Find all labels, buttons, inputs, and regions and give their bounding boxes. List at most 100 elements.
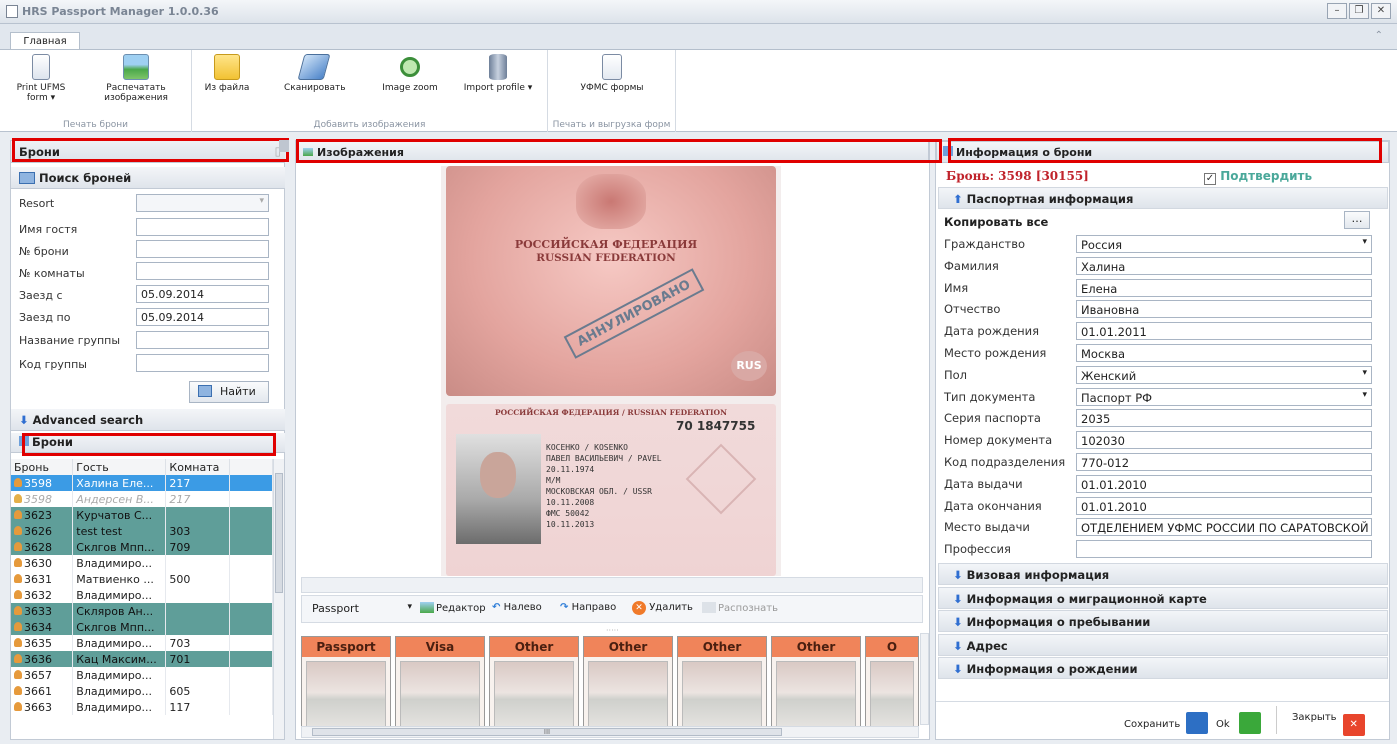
from-file-button[interactable]: Из файла [202, 54, 252, 93]
image-thumbnail[interactable]: Other [677, 636, 767, 736]
maximize-button[interactable]: ❐ [1349, 3, 1369, 19]
group-code-label: Код группы [19, 358, 87, 371]
editor-button[interactable]: Редактор [420, 602, 486, 614]
field-value-input[interactable]: 102030 [1076, 431, 1372, 450]
advanced-search-toggle[interactable]: ⬇ Advanced search [11, 409, 285, 431]
field-value-input[interactable]: Ивановна [1076, 300, 1372, 319]
field-value-input[interactable]: Женский ▾ [1076, 365, 1372, 384]
field-value-input[interactable]: 770-012 [1076, 453, 1372, 471]
table-row[interactable]: 3661 Владимиро... 605 [11, 683, 273, 699]
table-row[interactable]: 3636 Кац Максим... 701 [11, 651, 273, 667]
help-icon[interactable] [279, 140, 289, 152]
image-hscroll-top[interactable] [301, 577, 923, 593]
thumbs-hscroll[interactable]: III [301, 726, 919, 738]
splitter-grip[interactable]: ····· [606, 626, 619, 635]
import-profile-button[interactable]: Import profile ▾ [460, 54, 536, 93]
table-row[interactable]: 3657 Владимиро... [11, 667, 273, 683]
field-value-input[interactable]: 01.01.2011 [1076, 322, 1372, 341]
recognize-button[interactable]: Распознать [702, 602, 778, 614]
guest-name-input[interactable] [136, 218, 269, 236]
image-thumbnail[interactable]: Other [489, 636, 579, 736]
checkin-to-input[interactable]: 05.09.2014 [136, 308, 269, 326]
person-icon [14, 541, 22, 551]
field-value-input[interactable]: 01.01.2010 [1076, 474, 1372, 493]
thumbnail-label: O [866, 637, 918, 657]
field-value-input[interactable]: ОТДЕЛЕНИЕМ УФМС РОССИИ ПО САРАТОВСКОЙ [1076, 518, 1372, 537]
person-icon [14, 589, 22, 599]
image-thumbnail[interactable]: Visa [395, 636, 485, 736]
image-toolbar: Passport ▾ Редактор ↶ Налево ↷ Направо ✕ … [301, 595, 923, 623]
table-row[interactable]: 3634 Склгов Мпп... [11, 619, 273, 635]
table-row[interactable]: 3598 Андерсен В... 217 [11, 491, 273, 507]
booking-id: 3634 [11, 619, 74, 635]
field-value-input[interactable]: 01.01.2010 [1076, 496, 1372, 515]
group-name-input[interactable] [136, 331, 269, 349]
delete-button[interactable]: ✕ Удалить [632, 601, 693, 615]
person-icon [14, 557, 22, 567]
image-thumbnail[interactable]: Other [583, 636, 673, 736]
field-value-input[interactable]: Россия ▾ [1076, 235, 1372, 253]
group-code-input[interactable] [136, 354, 269, 372]
doc-type-select[interactable]: Passport ▾ [312, 602, 412, 615]
table-row[interactable]: 3630 Владимиро... [11, 555, 273, 571]
minimize-button[interactable]: – [1327, 3, 1347, 19]
close-button[interactable]: Закрыть ✕ [1292, 712, 1365, 736]
close-window-button[interactable]: ✕ [1371, 3, 1391, 19]
print-images-button[interactable]: Распечатать изображения [96, 54, 176, 103]
table-row[interactable]: 3623 Курчатов С... [11, 507, 273, 523]
thumbs-vscroll[interactable] [920, 633, 929, 725]
booking-no-input[interactable] [136, 240, 269, 258]
search-section-header[interactable]: Поиск броней [11, 167, 285, 189]
collapsed-section[interactable]: ⬇ Адрес [938, 633, 1388, 656]
save-button[interactable]: Сохранить [1124, 712, 1209, 734]
guest-name: Халина Еле... [72, 475, 167, 491]
ribbon-collapse-icon[interactable]: ⌃ [1375, 30, 1383, 41]
print-ufms-button[interactable]: Print UFMS form ▾ [16, 54, 66, 103]
collapsed-section[interactable]: ⬇ Визовая информация [938, 563, 1388, 585]
rotate-left-button[interactable]: ↶ Налево [492, 602, 542, 613]
field-value-input[interactable]: 2035 [1076, 409, 1372, 428]
field-value-input[interactable]: Паспорт РФ ▾ [1076, 387, 1372, 406]
rotate-right-button[interactable]: ↷ Направо [560, 602, 616, 613]
field-label: Дата рождения [944, 324, 1040, 339]
column-header-room[interactable]: Комната [165, 459, 231, 475]
collapsed-section[interactable]: ⬇ Информация о пребывании [938, 610, 1388, 632]
checkin-from-input[interactable]: 05.09.2014 [136, 285, 269, 303]
table-row[interactable]: 3663 Владимиро... 117 [11, 699, 273, 715]
field-label: Имя [944, 280, 969, 295]
collapsed-section[interactable]: ⬇ Информация о миграционной карте [938, 586, 1388, 609]
image-thumbnail[interactable]: O [865, 636, 919, 736]
ufms-forms-button[interactable]: УФМС формы [572, 54, 652, 93]
table-row[interactable]: 3635 Владимиро... 703 [11, 635, 273, 651]
column-header-booking[interactable]: Бронь [11, 459, 74, 475]
field-label: Код подразделения [944, 455, 1066, 469]
field-value-input[interactable] [1076, 540, 1372, 559]
find-button[interactable]: Найти [189, 381, 269, 403]
confirm-checkbox[interactable]: ✓ Подтвердить [1204, 169, 1312, 185]
room-no-input[interactable] [136, 262, 269, 280]
guest-name: Андерсен В... [72, 491, 167, 507]
field-value-input[interactable]: Москва [1076, 344, 1372, 362]
field-label: Отчество [944, 302, 1001, 317]
field-value-input[interactable]: Елена [1076, 278, 1372, 297]
table-row[interactable]: 3628 Склгов Мпп... 709 [11, 539, 273, 555]
cancelled-stamp: АННУЛИРОВАНО [563, 268, 705, 359]
table-row[interactable]: 3598 Халина Еле... 217 [11, 475, 273, 491]
scan-button[interactable]: Сканировать [284, 54, 346, 93]
table-row[interactable]: 3632 Владимиро... [11, 587, 273, 603]
copy-all-button[interactable]: … [1344, 211, 1370, 229]
column-header-guest[interactable]: Гость [72, 459, 167, 475]
passport-info-section[interactable]: ⬆ Паспортная информация [938, 187, 1388, 209]
resort-select[interactable]: ▾ [136, 194, 269, 212]
image-thumbnail[interactable]: Passport [301, 636, 391, 736]
image-thumbnail[interactable]: Other [771, 636, 861, 736]
field-value-input[interactable]: Халина [1076, 256, 1372, 275]
room-number: 117 [165, 699, 231, 715]
table-row[interactable]: 3631 Матвиенко ... 500 [11, 571, 273, 587]
ok-button[interactable]: Ok [1216, 712, 1261, 734]
table-row[interactable]: 3633 Скляров Ан... [11, 603, 273, 619]
table-row[interactable]: 3626 test test 303 [11, 523, 273, 539]
bookings-scrollbar[interactable] [273, 459, 284, 739]
image-zoom-button[interactable]: Image zoom [380, 54, 440, 93]
collapsed-section[interactable]: ⬇ Информация о рождении [938, 657, 1388, 679]
